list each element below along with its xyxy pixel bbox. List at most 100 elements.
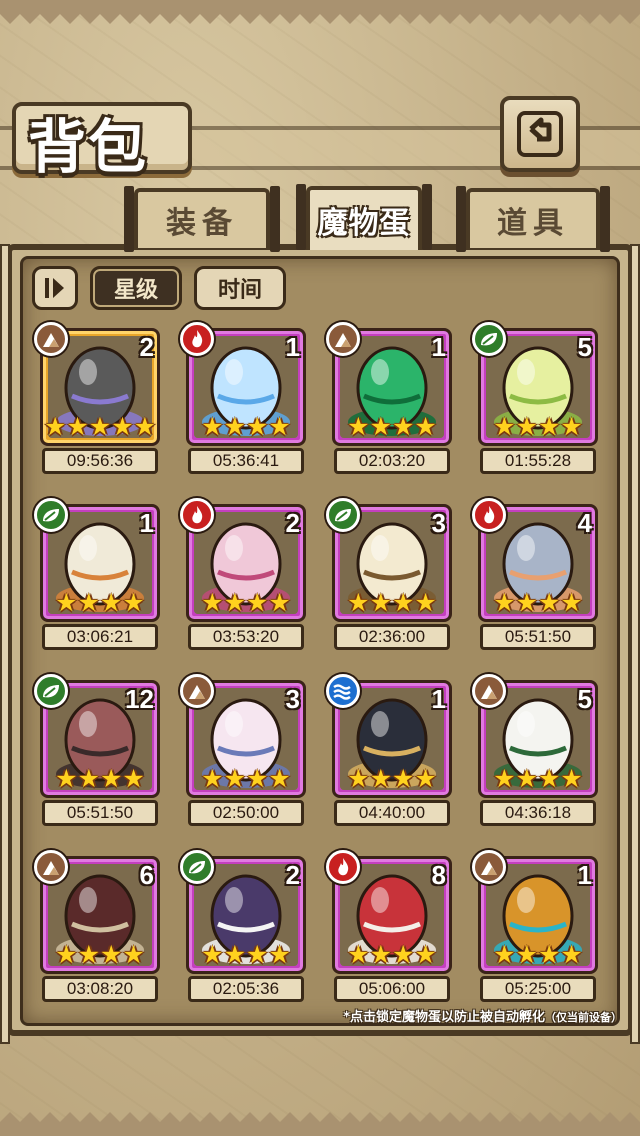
egg-count: 12 <box>125 684 154 714</box>
egg-card[interactable]: 1 ★★★★ 02:03:20 <box>326 322 452 476</box>
star-rating: ★★★★ <box>55 940 145 969</box>
egg-card[interactable]: 3 ★★★★ 02:50:00 <box>180 674 306 828</box>
egg-count: 1 <box>431 332 446 362</box>
egg-card[interactable]: 1 ★★★★ 03:06:21 <box>34 498 160 652</box>
hatch-timer: 02:36:00 <box>334 624 450 650</box>
hatch-timer: 05:51:50 <box>42 800 158 826</box>
star-rating: ★★★★ <box>201 588 291 617</box>
egg-card[interactable]: 1 ★★★★ 04:40:00 <box>326 674 452 828</box>
fire-element-icon <box>326 850 360 884</box>
tab-items-label: 道具 <box>497 206 569 241</box>
star-rating: ★★★★ <box>201 412 291 441</box>
tab-monster-eggs[interactable]: 魔物蛋 <box>296 184 432 250</box>
earth-element-icon <box>472 674 506 708</box>
water-element-icon <box>326 674 360 708</box>
hatch-timer: 05:25:00 <box>480 976 596 1002</box>
nature-element-icon <box>34 498 68 532</box>
nature-element-icon <box>180 850 214 884</box>
hatch-timer: 02:03:20 <box>334 448 450 474</box>
sort-by-star-button[interactable]: 星级 <box>90 266 182 310</box>
sort-by-time-button[interactable]: 时间 <box>194 266 286 310</box>
lock-hint-text: *点击锁定魔物蛋以防止被自动孵化（仅当前设备） <box>343 1006 622 1025</box>
egg-card[interactable]: 2 ★★★★★ 09:56:36 <box>34 322 160 476</box>
star-rating: ★★★★ <box>347 764 437 793</box>
star-rating: ★★★★ <box>55 588 145 617</box>
egg-card[interactable]: 5 ★★★★ 01:55:28 <box>472 322 598 476</box>
star-rating: ★★★★★ <box>43 412 157 441</box>
star-rating: ★★★★ <box>493 764 583 793</box>
hatch-timer: 09:56:36 <box>42 448 158 474</box>
hatch-timer: 04:36:18 <box>480 800 596 826</box>
lock-hint-main: *点击锁定魔物蛋以防止被自动孵化 <box>343 1010 545 1025</box>
egg-count: 2 <box>285 508 300 538</box>
hatch-timer: 04:40:00 <box>334 800 450 826</box>
tab-monster-eggs-label: 魔物蛋 <box>317 206 411 241</box>
nature-element-icon <box>472 322 506 356</box>
egg-card[interactable]: 2 ★★★★ 02:05:36 <box>180 850 306 1004</box>
fire-element-icon <box>180 322 214 356</box>
earth-element-icon <box>180 674 214 708</box>
hatch-timer: 05:36:41 <box>188 448 304 474</box>
hatch-timer: 05:06:00 <box>334 976 450 1002</box>
earth-element-icon <box>34 322 68 356</box>
egg-card[interactable]: 5 ★★★★ 04:36:18 <box>472 674 598 828</box>
egg-card[interactable]: 3 ★★★★ 02:36:00 <box>326 498 452 652</box>
earth-element-icon <box>326 322 360 356</box>
egg-count: 1 <box>431 684 446 714</box>
egg-card[interactable]: 8 ★★★★ 05:06:00 <box>326 850 452 1004</box>
hatch-timer: 01:55:28 <box>480 448 596 474</box>
hatch-timer: 03:06:21 <box>42 624 158 650</box>
star-rating: ★★★★ <box>347 940 437 969</box>
egg-count: 1 <box>577 860 592 890</box>
fire-element-icon <box>472 498 506 532</box>
star-rating: ★★★★ <box>347 588 437 617</box>
hatch-timer: 03:53:20 <box>188 624 304 650</box>
egg-count: 4 <box>577 508 592 538</box>
earth-element-icon <box>34 850 68 884</box>
star-rating: ★★★★ <box>347 412 437 441</box>
star-rating: ★★★★ <box>201 940 291 969</box>
egg-count: 6 <box>139 860 154 890</box>
star-rating: ★★★★ <box>493 940 583 969</box>
egg-count: 8 <box>431 860 446 890</box>
egg-card[interactable]: 1 ★★★★ 05:25:00 <box>472 850 598 1004</box>
egg-count: 5 <box>577 684 592 714</box>
egg-count: 3 <box>285 684 300 714</box>
egg-card[interactable]: 1 ★★★★ 05:36:41 <box>180 322 306 476</box>
star-rating: ★★★★ <box>201 764 291 793</box>
tab-equipment[interactable]: 装备 <box>124 186 280 252</box>
star-rating: ★★★★ <box>55 764 145 793</box>
page-title: 背包 <box>28 113 149 181</box>
egg-card[interactable]: 2 ★★★★ 03:53:20 <box>180 498 306 652</box>
fire-element-icon <box>180 498 214 532</box>
hatch-timer: 03:08:20 <box>42 976 158 1002</box>
hatch-timer: 05:51:50 <box>480 624 596 650</box>
rope-left <box>0 244 10 1044</box>
earth-element-icon <box>472 850 506 884</box>
return-arrow-icon <box>517 111 563 157</box>
egg-count: 5 <box>577 332 592 362</box>
egg-count: 2 <box>139 332 154 362</box>
egg-count: 1 <box>139 508 154 538</box>
hatch-timer: 02:05:36 <box>188 976 304 1002</box>
back-button[interactable] <box>500 96 580 172</box>
zigzag-border-top <box>0 0 640 24</box>
star-rating: ★★★★ <box>493 588 583 617</box>
hatch-timer: 02:50:00 <box>188 800 304 826</box>
nature-element-icon <box>34 674 68 708</box>
sort-order-toggle[interactable] <box>32 266 78 310</box>
egg-card[interactable]: 12 ★★★★ 05:51:50 <box>34 674 160 828</box>
egg-count: 2 <box>285 860 300 890</box>
sort-toggle-icon <box>45 278 64 298</box>
nature-element-icon <box>326 498 360 532</box>
rope-right <box>630 244 640 1044</box>
tab-items[interactable]: 道具 <box>456 186 610 252</box>
star-rating: ★★★★ <box>493 412 583 441</box>
tab-equipment-label: 装备 <box>166 206 238 241</box>
egg-card[interactable]: 6 ★★★★ 03:08:20 <box>34 850 160 1004</box>
egg-card[interactable]: 4 ★★★★ 05:51:50 <box>472 498 598 652</box>
zigzag-border-bottom <box>0 1112 640 1136</box>
egg-count: 3 <box>431 508 446 538</box>
lock-hint-device: （仅当前设备） <box>545 1011 622 1024</box>
egg-count: 1 <box>285 332 300 362</box>
